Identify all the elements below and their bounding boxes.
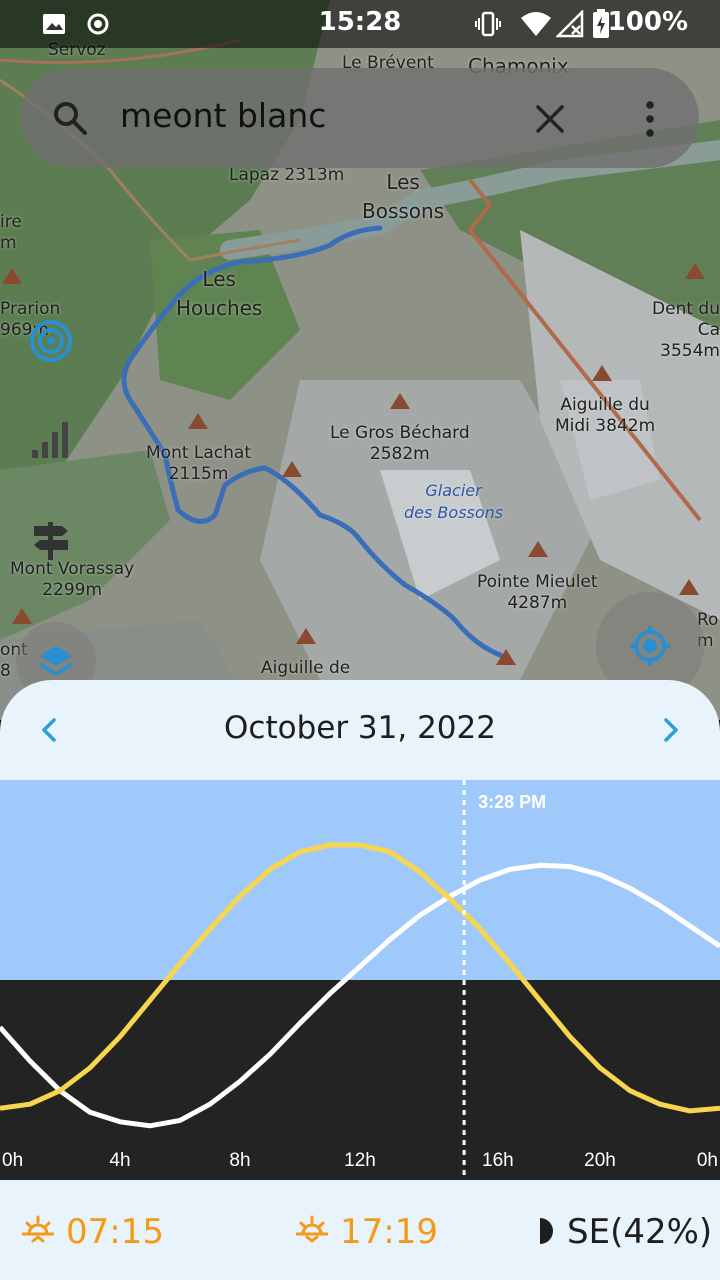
map-label-aiguille-de: Aiguille de [261, 658, 351, 678]
map-label-pointe-mieulet: Pointe Mieulet 4287m [477, 572, 598, 613]
x-tick-label: 20h [584, 1150, 616, 1171]
map-label-les-houches: Les Houches [176, 267, 263, 320]
cell-signal-icon [556, 10, 584, 38]
selected-date: October 31, 2022 [224, 710, 496, 746]
map-label-glacier: Glacier des Bossons [404, 481, 504, 522]
x-tick-label: 8h [229, 1150, 250, 1171]
map-label-mont-vorassay: Mont Vorassay 2299m [10, 559, 135, 600]
sunset-time: 17:19 [340, 1212, 438, 1252]
search-input[interactable]: meont blanc [120, 96, 326, 135]
map-label-aiguille-midi: Aiguille du Midi 3842m [555, 395, 656, 436]
sunrise-time: 07:15 [66, 1212, 164, 1252]
location-target-icon[interactable] [28, 318, 74, 364]
battery-percent: 100% [607, 7, 688, 37]
map-label-les-bossons: Les Bossons [362, 170, 445, 223]
wifi-icon [521, 12, 551, 36]
sun-moon-chart[interactable]: 3:28 PM 0h 4h 8h 12h 16h 20h 0h [0, 780, 720, 1180]
x-tick-label: 0h [697, 1150, 718, 1171]
sun-moon-footer: 07:15 17:19 SE(42%) [0, 1180, 720, 1280]
x-tick-label: 0h [2, 1150, 23, 1171]
sunrise-icon [22, 1215, 54, 1243]
clear-search-icon[interactable] [535, 104, 565, 134]
map-label-ire: ire m [0, 212, 22, 253]
search-bar[interactable]: meont blanc [20, 68, 699, 168]
vibrate-icon [475, 11, 501, 37]
map-label-dent-du: Dent du Ca 3554m [652, 299, 720, 361]
sunset-icon [296, 1215, 328, 1243]
x-tick-label: 4h [109, 1150, 130, 1171]
signpost-icon[interactable] [30, 518, 72, 562]
status-bar: 15:28 100% [0, 0, 720, 48]
layers-icon [39, 646, 73, 676]
moon-direction: SE(42%) [567, 1212, 713, 1252]
map-label-le-gros-bechard: Le Gros Béchard 2582m [330, 423, 470, 464]
map-label-lapaz: Lapaz 2313m [229, 165, 345, 185]
more-options-icon[interactable] [640, 100, 660, 138]
moon-phase-icon [540, 1218, 553, 1244]
map-label-mont-lachat: Mont Lachat 2115m [146, 443, 252, 484]
gps-crosshair-icon [630, 626, 670, 666]
sun-moon-sheet: October 31, 2022 3:28 PM 0h 4h 8h 12h 16h 20h… [0, 680, 720, 1280]
x-tick-label: 12h [344, 1150, 376, 1171]
x-tick-label: 16h [482, 1150, 514, 1171]
search-icon[interactable] [52, 100, 88, 136]
current-time-label: 3:28 PM [478, 792, 546, 812]
next-day-icon[interactable] [656, 714, 684, 746]
signal-strength-icon[interactable] [30, 420, 72, 460]
